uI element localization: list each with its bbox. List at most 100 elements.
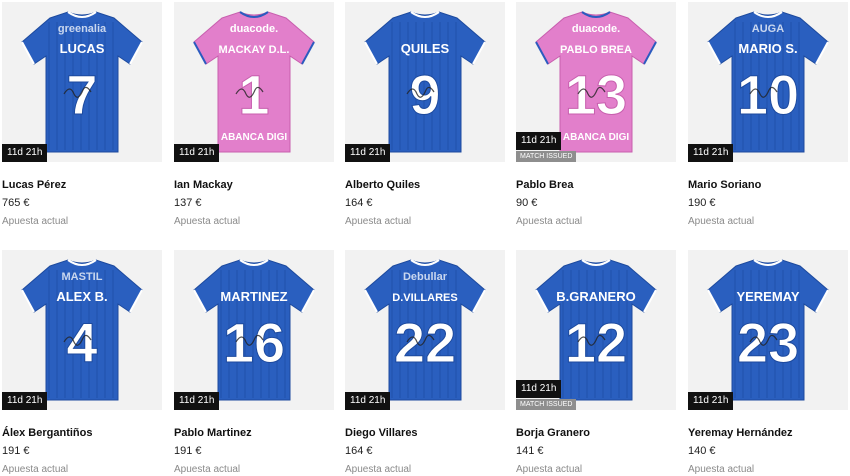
jersey-stripe bbox=[112, 22, 114, 150]
countdown-timer: 11d 21h bbox=[516, 380, 562, 398]
current-bid-label: Apuesta actual bbox=[345, 216, 412, 227]
countdown-timer: 11d 21h bbox=[174, 392, 220, 410]
jersey-image[interactable]: MASTIL ALEX B. 4 11d 21h bbox=[2, 250, 162, 410]
jersey-image[interactable]: MARTINEZ 16 11d 21h bbox=[174, 250, 334, 410]
jersey-sponsor-bottom: ABANCA DIGI bbox=[221, 132, 288, 143]
jersey-player-name: MARIO S. bbox=[738, 41, 797, 56]
current-bid-label: Apuesta actual bbox=[516, 216, 583, 227]
jersey-number: 23 bbox=[737, 311, 799, 374]
jersey-number: 9 bbox=[409, 63, 440, 126]
jersey-illustration: MARTINEZ 16 bbox=[193, 259, 315, 401]
jersey-image[interactable]: duacode. PABLO BREA 13 ABANCA DIGI 11d 21h … bbox=[516, 2, 676, 162]
jersey-image[interactable]: B.GRANERO 12 11d 21h MATCH ISSUED bbox=[516, 250, 676, 410]
product-card[interactable]: YEREMAY 23 11d 21h Yeremay Hernández 140 … bbox=[688, 250, 848, 476]
jersey-player-name: PABLO BREA bbox=[560, 44, 632, 56]
current-bid: 164 € bbox=[345, 197, 373, 209]
product-name[interactable]: Ian Mackay bbox=[174, 178, 334, 192]
jersey-player-name: B.GRANERO bbox=[556, 289, 635, 304]
jersey-stripe bbox=[56, 22, 58, 150]
jersey-sponsor-top: duacode. bbox=[230, 23, 278, 35]
jersey-sponsor-top: MASTIL bbox=[62, 271, 103, 283]
current-bid-label: Apuesta actual bbox=[2, 216, 69, 227]
countdown-timer: 11d 21h bbox=[2, 144, 48, 162]
jersey-stripe bbox=[48, 22, 50, 150]
product-name[interactable]: Alberto Quiles bbox=[345, 178, 505, 192]
jersey-number: 13 bbox=[565, 63, 627, 126]
product-card[interactable]: MARTINEZ 16 11d 21h Pablo Martinez 191 € … bbox=[174, 250, 334, 476]
jersey-image[interactable]: greenalia LUCAS 7 11d 21h bbox=[2, 2, 162, 162]
jersey-player-name: MARTINEZ bbox=[220, 289, 287, 304]
jersey-number: 7 bbox=[66, 63, 97, 126]
jersey-illustration: MASTIL ALEX B. 4 bbox=[21, 259, 143, 401]
current-bid: 90 € bbox=[516, 197, 538, 209]
match-issued-badge: MATCH ISSUED bbox=[516, 151, 577, 162]
jersey-sponsor-top: duacode. bbox=[572, 23, 620, 35]
jersey-illustration: QUILES 9 bbox=[364, 11, 486, 153]
jersey-player-name: ALEX B. bbox=[56, 289, 107, 304]
jersey-player-name: LUCAS bbox=[60, 41, 105, 56]
countdown-timer: 11d 21h bbox=[688, 144, 734, 162]
product-card[interactable]: QUILES 9 11d 21h Alberto Quiles 164 € Apu… bbox=[345, 2, 505, 228]
match-issued-badge: MATCH ISSUED bbox=[516, 399, 577, 410]
jersey-player-name: MACKAY D.L. bbox=[219, 44, 290, 56]
countdown-timer: 11d 21h bbox=[345, 144, 391, 162]
jersey-stripe bbox=[734, 22, 736, 150]
product-name[interactable]: Yeremay Hernández bbox=[688, 426, 848, 440]
jersey-illustration: AUGA MARIO S. 10 bbox=[707, 11, 829, 153]
current-bid-label: Apuesta actual bbox=[174, 464, 241, 475]
current-bid-label: Apuesta actual bbox=[174, 216, 241, 227]
jersey-player-name: D.VILLARES bbox=[392, 292, 457, 304]
countdown-timer: 11d 21h bbox=[2, 392, 48, 410]
product-card[interactable]: MASTIL ALEX B. 4 11d 21h Álex Bergantiños … bbox=[2, 250, 162, 476]
jersey-sponsor-bottom: ABANCA DIGI bbox=[563, 132, 630, 143]
jersey-illustration: greenalia LUCAS 7 bbox=[21, 11, 143, 153]
product-card[interactable]: Debullar D.VILLARES 22 11d 21h Diego Villa… bbox=[345, 250, 505, 476]
current-bid-label: Apuesta actual bbox=[516, 464, 583, 475]
current-bid-label: Apuesta actual bbox=[2, 464, 69, 475]
product-name[interactable]: Lucas Pérez bbox=[2, 178, 162, 192]
jersey-illustration: YEREMAY 23 bbox=[707, 259, 829, 401]
jersey-sponsor-top: Debullar bbox=[403, 271, 448, 283]
countdown-timer: 11d 21h bbox=[516, 132, 562, 150]
product-name[interactable]: Borja Granero bbox=[516, 426, 676, 440]
current-bid-label: Apuesta actual bbox=[688, 464, 755, 475]
current-bid: 191 € bbox=[174, 445, 202, 457]
jersey-number: 22 bbox=[394, 311, 456, 374]
jersey-stripe bbox=[391, 270, 393, 398]
jersey-illustration: duacode. MACKAY D.L. 1 ABANCA DIGI bbox=[193, 11, 315, 153]
product-name[interactable]: Diego Villares bbox=[345, 426, 505, 440]
product-card[interactable]: greenalia LUCAS 7 11d 21h Lucas Pérez 765 … bbox=[2, 2, 162, 228]
current-bid: 190 € bbox=[688, 197, 716, 209]
jersey-image[interactable]: YEREMAY 23 11d 21h bbox=[688, 250, 848, 410]
jersey-image[interactable]: Debullar D.VILLARES 22 11d 21h bbox=[345, 250, 505, 410]
current-bid: 140 € bbox=[688, 445, 716, 457]
product-name[interactable]: Mario Soriano bbox=[688, 178, 848, 192]
current-bid-label: Apuesta actual bbox=[345, 464, 412, 475]
jersey-image[interactable]: AUGA MARIO S. 10 11d 21h bbox=[688, 2, 848, 162]
current-bid: 137 € bbox=[174, 197, 202, 209]
product-card[interactable]: AUGA MARIO S. 10 11d 21h Mario Soriano 190… bbox=[688, 2, 848, 228]
product-name[interactable]: Pablo Brea bbox=[516, 178, 676, 192]
jersey-number: 4 bbox=[66, 311, 97, 374]
jersey-illustration: Debullar D.VILLARES 22 bbox=[364, 259, 486, 401]
jersey-number: 12 bbox=[565, 311, 627, 374]
jersey-image[interactable]: duacode. MACKAY D.L. 1 ABANCA DIGI 11d 21h bbox=[174, 2, 334, 162]
jersey-image[interactable]: QUILES 9 11d 21h bbox=[345, 2, 505, 162]
product-grid: greenalia LUCAS 7 11d 21h Lucas Pérez 765 … bbox=[0, 0, 850, 475]
jersey-stripe bbox=[48, 270, 50, 398]
jersey-stripe bbox=[391, 22, 393, 150]
jersey-stripe bbox=[112, 270, 114, 398]
jersey-number: 16 bbox=[223, 311, 285, 374]
product-name[interactable]: Pablo Martinez bbox=[174, 426, 334, 440]
jersey-number: 1 bbox=[238, 63, 269, 126]
countdown-timer: 11d 21h bbox=[174, 144, 220, 162]
product-card[interactable]: duacode. MACKAY D.L. 1 ABANCA DIGI 11d 21h … bbox=[174, 2, 334, 228]
product-card[interactable]: duacode. PABLO BREA 13 ABANCA DIGI 11d 21h … bbox=[516, 2, 676, 228]
jersey-number: 10 bbox=[737, 63, 799, 126]
countdown-timer: 11d 21h bbox=[688, 392, 734, 410]
current-bid: 765 € bbox=[2, 197, 30, 209]
product-name[interactable]: Álex Bergantiños bbox=[2, 426, 162, 440]
jersey-player-name: QUILES bbox=[401, 41, 450, 56]
product-card[interactable]: B.GRANERO 12 11d 21h MATCH ISSUED Borja G… bbox=[516, 250, 676, 476]
countdown-timer: 11d 21h bbox=[345, 392, 391, 410]
